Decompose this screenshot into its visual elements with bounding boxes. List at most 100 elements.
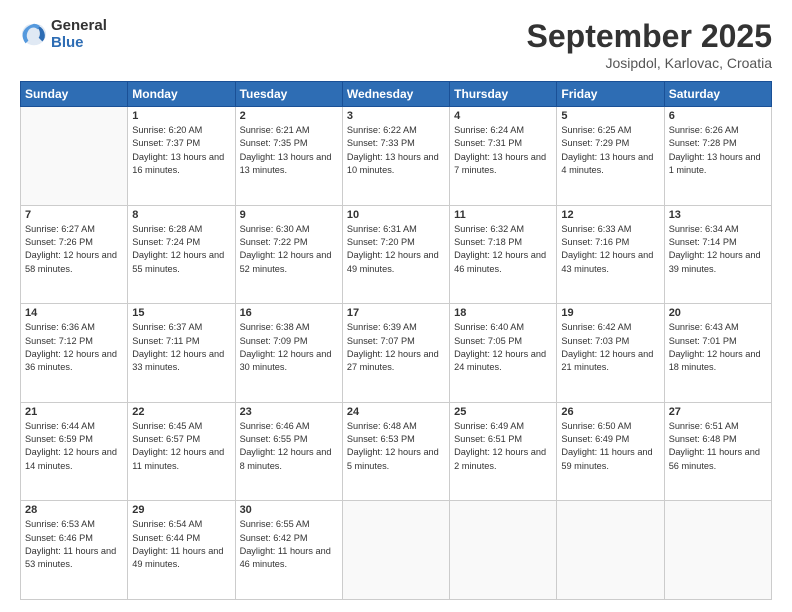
day-info: Sunrise: 6:30 AMSunset: 7:22 PMDaylight:…	[240, 223, 338, 276]
day-info: Sunrise: 6:39 AMSunset: 7:07 PMDaylight:…	[347, 321, 445, 374]
week-row-2: 14 Sunrise: 6:36 AMSunset: 7:12 PMDayligh…	[21, 304, 772, 403]
day-cell: 20 Sunrise: 6:43 AMSunset: 7:01 PMDayligh…	[664, 304, 771, 403]
day-number: 27	[669, 406, 767, 418]
day-cell	[342, 501, 449, 600]
day-info: Sunrise: 6:43 AMSunset: 7:01 PMDaylight:…	[669, 321, 767, 374]
day-cell: 30Sunrise: 6:55 AMSunset: 6:42 PMDayligh…	[235, 501, 342, 600]
day-info: Sunrise: 6:45 AMSunset: 6:57 PMDaylight:…	[132, 420, 230, 473]
day-number: 9	[240, 209, 338, 221]
day-info: Sunrise: 6:33 AMSunset: 7:16 PMDaylight:…	[561, 223, 659, 276]
day-info: Sunrise: 6:48 AMSunset: 6:53 PMDaylight:…	[347, 420, 445, 473]
day-cell: 14 Sunrise: 6:36 AMSunset: 7:12 PMDayligh…	[21, 304, 128, 403]
day-cell: 19 Sunrise: 6:42 AMSunset: 7:03 PMDayligh…	[557, 304, 664, 403]
day-info: Sunrise: 6:28 AMSunset: 7:24 PMDaylight:…	[132, 223, 230, 276]
day-number: 20	[669, 307, 767, 319]
week-row-4: 28Sunrise: 6:53 AMSunset: 6:46 PMDayligh…	[21, 501, 772, 600]
day-cell: 24Sunrise: 6:48 AMSunset: 6:53 PMDayligh…	[342, 402, 449, 501]
day-info: Sunrise: 6:21 AMSunset: 7:35 PMDaylight:…	[240, 124, 338, 177]
day-cell: 18Sunrise: 6:40 AMSunset: 7:05 PMDayligh…	[450, 304, 557, 403]
day-info: Sunrise: 6:34 AMSunset: 7:14 PMDaylight:…	[669, 223, 767, 276]
day-cell	[557, 501, 664, 600]
header: General Blue September 2025 Josipdol, Ka…	[20, 18, 772, 71]
calendar-table: Sunday Monday Tuesday Wednesday Thursday…	[20, 81, 772, 600]
week-row-1: 7Sunrise: 6:27 AMSunset: 7:26 PMDaylight…	[21, 205, 772, 304]
day-cell	[21, 107, 128, 206]
day-cell: 1 Sunrise: 6:20 AMSunset: 7:37 PMDaylight…	[128, 107, 235, 206]
day-cell: 25Sunrise: 6:49 AMSunset: 6:51 PMDayligh…	[450, 402, 557, 501]
day-number: 21	[25, 406, 123, 418]
day-cell: 15Sunrise: 6:37 AMSunset: 7:11 PMDayligh…	[128, 304, 235, 403]
month-title: September 2025	[527, 18, 772, 55]
day-number: 14	[25, 307, 123, 319]
day-number: 8	[132, 209, 230, 221]
day-info: Sunrise: 6:51 AMSunset: 6:48 PMDaylight:…	[669, 420, 767, 473]
day-info: Sunrise: 6:46 AMSunset: 6:55 PMDaylight:…	[240, 420, 338, 473]
day-number: 23	[240, 406, 338, 418]
col-wednesday: Wednesday	[342, 82, 449, 107]
col-sunday: Sunday	[21, 82, 128, 107]
day-number: 2	[240, 110, 338, 122]
day-info: Sunrise: 6:38 AMSunset: 7:09 PMDaylight:…	[240, 321, 338, 374]
day-info: Sunrise: 6:42 AMSunset: 7:03 PMDaylight:…	[561, 321, 659, 374]
day-cell: 5Sunrise: 6:25 AMSunset: 7:29 PMDaylight…	[557, 107, 664, 206]
col-thursday: Thursday	[450, 82, 557, 107]
day-cell: 4Sunrise: 6:24 AMSunset: 7:31 PMDaylight…	[450, 107, 557, 206]
day-number: 3	[347, 110, 445, 122]
col-friday: Friday	[557, 82, 664, 107]
day-number: 19	[561, 307, 659, 319]
day-cell: 8 Sunrise: 6:28 AMSunset: 7:24 PMDaylight…	[128, 205, 235, 304]
day-info: Sunrise: 6:31 AMSunset: 7:20 PMDaylight:…	[347, 223, 445, 276]
day-cell: 6Sunrise: 6:26 AMSunset: 7:28 PMDaylight…	[664, 107, 771, 206]
day-number: 1	[132, 110, 230, 122]
day-number: 26	[561, 406, 659, 418]
day-cell: 12 Sunrise: 6:33 AMSunset: 7:16 PMDayligh…	[557, 205, 664, 304]
logo-text: General Blue	[51, 18, 107, 51]
day-number: 6	[669, 110, 767, 122]
col-monday: Monday	[128, 82, 235, 107]
day-info: Sunrise: 6:22 AMSunset: 7:33 PMDaylight:…	[347, 124, 445, 177]
day-cell: 16 Sunrise: 6:38 AMSunset: 7:09 PMDayligh…	[235, 304, 342, 403]
day-cell: 2 Sunrise: 6:21 AMSunset: 7:35 PMDaylight…	[235, 107, 342, 206]
day-cell: 26Sunrise: 6:50 AMSunset: 6:49 PMDayligh…	[557, 402, 664, 501]
day-info: Sunrise: 6:54 AMSunset: 6:44 PMDaylight:…	[132, 518, 230, 571]
title-block: September 2025 Josipdol, Karlovac, Croat…	[527, 18, 772, 71]
day-number: 25	[454, 406, 552, 418]
day-number: 10	[347, 209, 445, 221]
day-info: Sunrise: 6:44 AMSunset: 6:59 PMDaylight:…	[25, 420, 123, 473]
day-cell: 22 Sunrise: 6:45 AMSunset: 6:57 PMDayligh…	[128, 402, 235, 501]
location: Josipdol, Karlovac, Croatia	[527, 55, 772, 71]
day-number: 5	[561, 110, 659, 122]
col-tuesday: Tuesday	[235, 82, 342, 107]
day-cell	[450, 501, 557, 600]
day-number: 7	[25, 209, 123, 221]
logo-icon	[20, 21, 48, 49]
day-info: Sunrise: 6:53 AMSunset: 6:46 PMDaylight:…	[25, 518, 123, 571]
day-cell: 11 Sunrise: 6:32 AMSunset: 7:18 PMDayligh…	[450, 205, 557, 304]
day-number: 12	[561, 209, 659, 221]
weekday-header-row: Sunday Monday Tuesday Wednesday Thursday…	[21, 82, 772, 107]
day-info: Sunrise: 6:24 AMSunset: 7:31 PMDaylight:…	[454, 124, 552, 177]
day-number: 11	[454, 209, 552, 221]
logo: General Blue	[20, 18, 107, 51]
col-saturday: Saturday	[664, 82, 771, 107]
day-number: 16	[240, 307, 338, 319]
week-row-0: 1 Sunrise: 6:20 AMSunset: 7:37 PMDaylight…	[21, 107, 772, 206]
day-cell: 28Sunrise: 6:53 AMSunset: 6:46 PMDayligh…	[21, 501, 128, 600]
day-cell: 13Sunrise: 6:34 AMSunset: 7:14 PMDayligh…	[664, 205, 771, 304]
day-number: 29	[132, 504, 230, 516]
day-cell: 23 Sunrise: 6:46 AMSunset: 6:55 PMDayligh…	[235, 402, 342, 501]
day-cell: 7Sunrise: 6:27 AMSunset: 7:26 PMDaylight…	[21, 205, 128, 304]
day-cell: 21 Sunrise: 6:44 AMSunset: 6:59 PMDayligh…	[21, 402, 128, 501]
day-info: Sunrise: 6:36 AMSunset: 7:12 PMDaylight:…	[25, 321, 123, 374]
logo-blue: Blue	[51, 35, 107, 52]
day-number: 22	[132, 406, 230, 418]
day-number: 30	[240, 504, 338, 516]
day-number: 17	[347, 307, 445, 319]
day-cell	[664, 501, 771, 600]
logo-general: General	[51, 18, 107, 35]
day-info: Sunrise: 6:37 AMSunset: 7:11 PMDaylight:…	[132, 321, 230, 374]
day-info: Sunrise: 6:20 AMSunset: 7:37 PMDaylight:…	[132, 124, 230, 177]
day-info: Sunrise: 6:32 AMSunset: 7:18 PMDaylight:…	[454, 223, 552, 276]
day-info: Sunrise: 6:40 AMSunset: 7:05 PMDaylight:…	[454, 321, 552, 374]
day-cell: 10 Sunrise: 6:31 AMSunset: 7:20 PMDayligh…	[342, 205, 449, 304]
